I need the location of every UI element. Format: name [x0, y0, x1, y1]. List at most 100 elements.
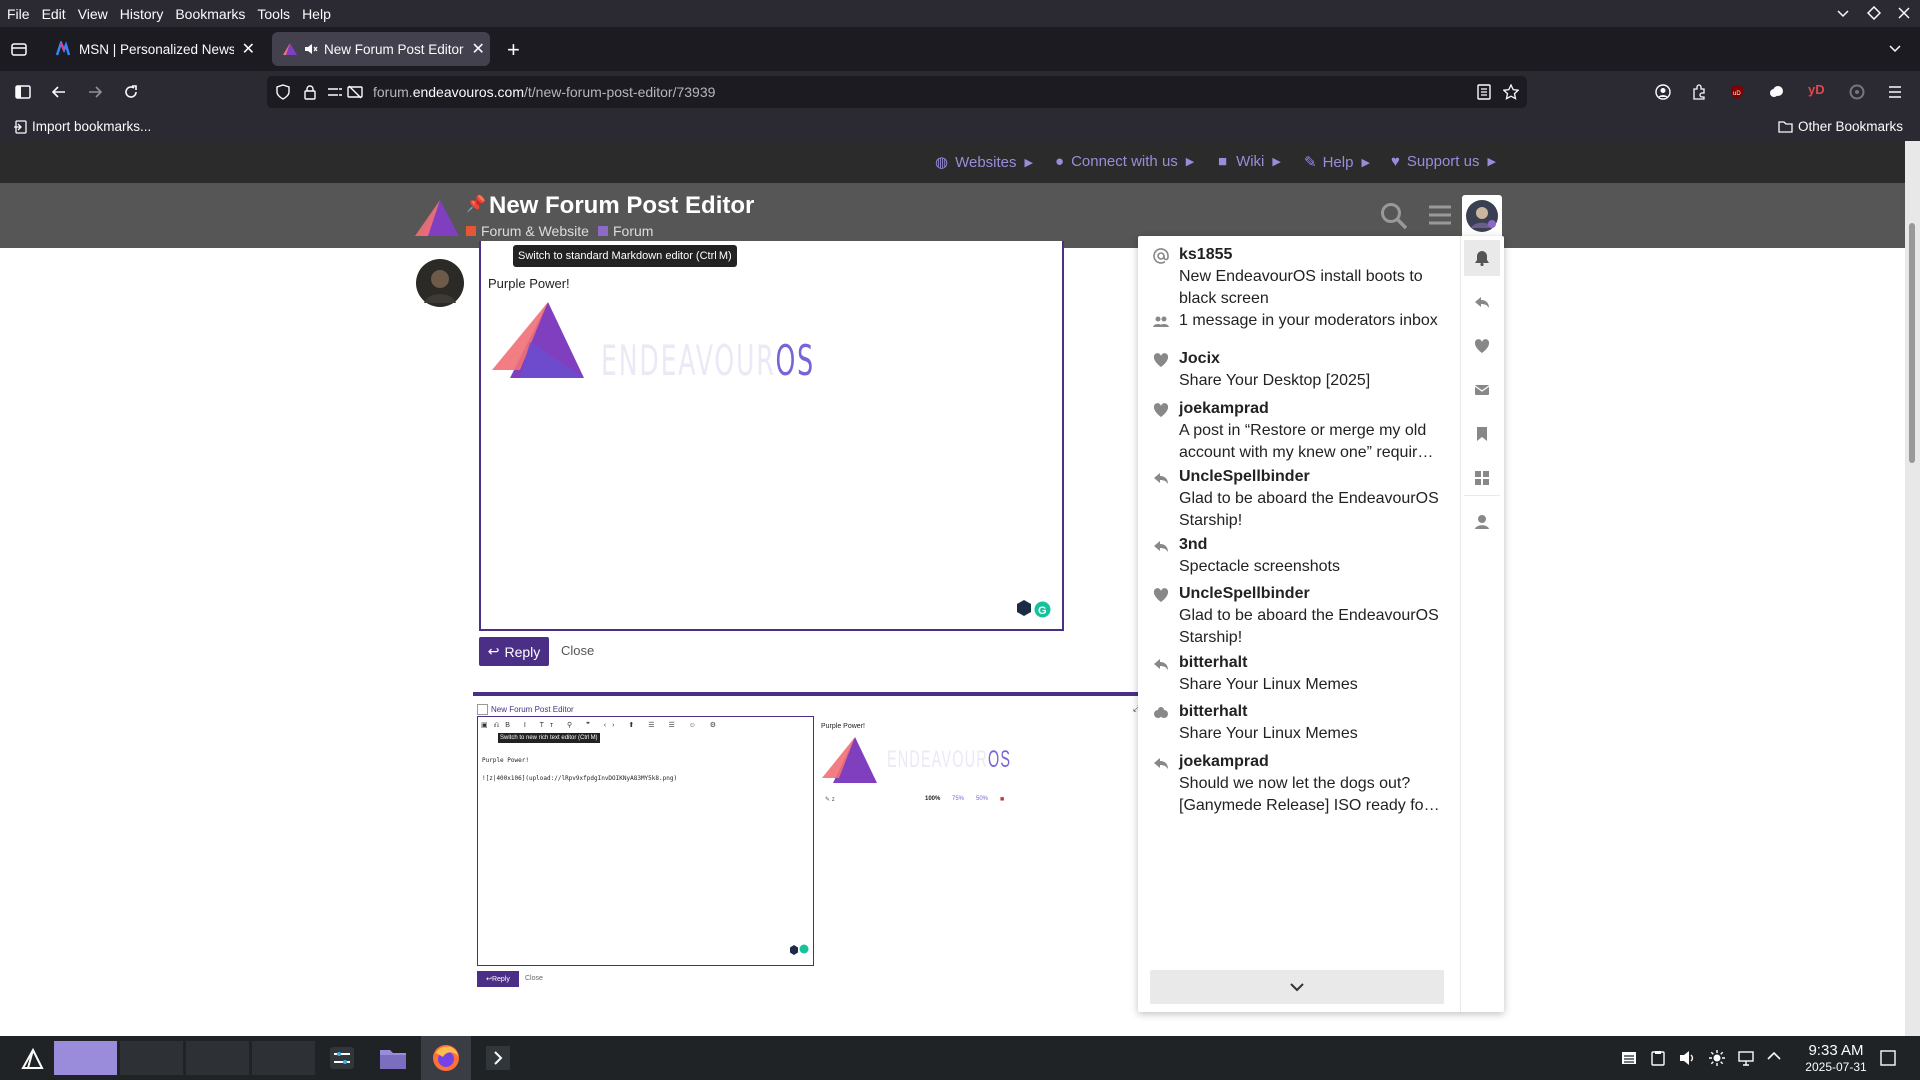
page-scrollbar[interactable] [1905, 141, 1920, 1036]
forward-icon[interactable] [87, 84, 103, 100]
app-menu-icon[interactable] [1887, 84, 1903, 100]
markdown-tooltip: Switch to standard Markdown editor (Ctrl… [513, 245, 737, 267]
screen-share-off-icon[interactable] [347, 85, 363, 99]
subcategory-badge[interactable]: Forum [598, 223, 653, 239]
ublock-icon[interactable]: uD [1729, 84, 1745, 100]
volume-icon[interactable] [1679, 1050, 1695, 1066]
file-manager-icon[interactable] [379, 1046, 407, 1070]
bell-icon[interactable] [1474, 250, 1490, 266]
virtual-desktop-4[interactable] [252, 1041, 315, 1075]
clipboard-manager-icon[interactable] [1621, 1050, 1637, 1066]
close-tab-icon[interactable]: ✕ [472, 39, 485, 59]
grammarly-icon[interactable]: G [1034, 601, 1051, 618]
hamburger-menu-icon[interactable] [1428, 204, 1452, 226]
menu-edit[interactable]: Edit [36, 6, 72, 22]
close-button[interactable]: Close [561, 643, 594, 658]
search-icon[interactable] [1380, 202, 1408, 230]
replies-tab-icon[interactable] [1474, 294, 1490, 310]
network-icon[interactable] [1738, 1050, 1754, 1066]
reader-mode-icon[interactable] [1477, 84, 1491, 100]
show-more-button[interactable] [1150, 970, 1444, 1004]
reply-button[interactable]: ↩ Reply [479, 637, 549, 666]
bookmark-star-icon[interactable] [1503, 84, 1519, 100]
composer-editor[interactable]: Switch to standard Markdown editor (Ctrl… [479, 241, 1064, 631]
menu-history[interactable]: History [114, 6, 170, 22]
notification-item[interactable]: UncleSpellbinder Glad to be aboard the En… [1138, 583, 1448, 646]
tabs-divider [1464, 495, 1500, 496]
poster-avatar[interactable] [416, 259, 464, 307]
minimize-icon[interactable] [1836, 6, 1850, 20]
firefox-taskbar-button[interactable] [421, 1036, 471, 1080]
menu-file[interactable]: File [0, 6, 36, 22]
extension-hexagon-icon[interactable] [1015, 599, 1033, 617]
virtual-desktop-3[interactable] [186, 1041, 249, 1075]
extension-circle-icon[interactable] [1849, 84, 1865, 100]
restore-icon[interactable] [1867, 6, 1881, 20]
virtual-desktop-2[interactable] [120, 1041, 183, 1075]
notification-item[interactable]: joekamprad Should we now let the dogs out… [1138, 751, 1448, 814]
menu-help[interactable]: Help [296, 6, 337, 22]
shield-icon[interactable] [275, 84, 291, 100]
clock-date[interactable]: 2025-07-31 [1792, 1060, 1880, 1074]
account-icon[interactable] [1655, 84, 1671, 100]
sidebar-icon[interactable] [15, 84, 31, 100]
tab-list-icon[interactable] [1888, 41, 1902, 55]
nav-connect[interactable]: ● Connect with us ▶ [1055, 153, 1194, 170]
show-desktop-icon[interactable] [1880, 1050, 1896, 1066]
menu-tools[interactable]: Tools [251, 6, 296, 22]
notification-item[interactable]: UncleSpellbinder Glad to be aboard the En… [1138, 466, 1448, 529]
system-tray-expand-icon[interactable] [1767, 1051, 1781, 1061]
scrollbar-thumb[interactable] [1909, 223, 1915, 463]
endeavouros-logo-image[interactable] [490, 300, 590, 380]
tab-forum[interactable]: New Forum Post Editor ✕ [272, 32, 490, 66]
site-logo[interactable] [414, 198, 460, 238]
url-text[interactable]: forum.endeavouros.com/t/new-forum-post-e… [373, 84, 715, 100]
brightness-icon[interactable] [1709, 1050, 1725, 1066]
app-launcher-icon[interactable] [20, 1048, 44, 1070]
messages-tab-icon[interactable] [1474, 382, 1490, 398]
clipboard-icon[interactable] [1651, 1050, 1665, 1066]
clock-time[interactable]: 9:33 AM [1792, 1042, 1880, 1059]
mute-icon[interactable] [304, 42, 318, 56]
bookmarks-tab-icon[interactable] [1474, 426, 1490, 442]
menu-view[interactable]: View [72, 6, 114, 22]
reload-icon[interactable] [123, 84, 139, 100]
permissions-icon[interactable] [327, 85, 343, 99]
notification-item[interactable]: ks1855 New EndeavourOS install boots to b… [1138, 244, 1448, 307]
notifications-panel: ks1855 New EndeavourOS install boots to b… [1138, 236, 1504, 1012]
virtual-desktop-1[interactable] [54, 1041, 117, 1075]
new-tab-icon[interactable]: + [507, 37, 520, 63]
profile-tab-icon[interactable] [1474, 514, 1490, 530]
youtube-dl-icon[interactable]: yD [1808, 82, 1825, 97]
menu-bookmarks[interactable]: Bookmarks [169, 6, 251, 22]
nav-support[interactable]: ♥ Support us ▶ [1391, 153, 1496, 170]
overflow-arrow-icon[interactable] [486, 1046, 510, 1070]
category-badge[interactable]: Forum & Website [466, 223, 589, 239]
back-icon[interactable] [51, 84, 67, 100]
nav-help[interactable]: ✎ Help ▶ [1304, 153, 1370, 172]
likes-tab-icon[interactable] [1474, 338, 1490, 354]
user-avatar-button[interactable] [1462, 195, 1502, 237]
close-window-icon[interactable] [1897, 6, 1911, 20]
nav-wiki[interactable]: ■ Wiki ▶ [1218, 153, 1281, 170]
other-bookmarks-button[interactable]: Other Bookmarks [1778, 119, 1903, 134]
reply-icon [1153, 656, 1169, 672]
caret-right-icon: ▶ [1272, 156, 1281, 168]
tab-overview-icon[interactable] [11, 41, 27, 57]
review-tab-icon[interactable] [1474, 470, 1490, 486]
notification-text: Share Your Linux Memes [1179, 676, 1358, 693]
topic-title[interactable]: New Forum Post Editor [489, 192, 754, 220]
system-settings-icon[interactable] [330, 1047, 354, 1069]
import-bookmarks-button[interactable]: Import bookmarks... [13, 119, 151, 134]
url-prefix: forum. [373, 84, 413, 100]
preview-reply-button: ↩ Reply [477, 971, 519, 987]
nav-websites[interactable]: ◍ Websites ▶ [935, 153, 1033, 172]
notification-item[interactable]: joekamprad A post in “Restore or merge my… [1138, 398, 1448, 461]
extension-cloud-icon[interactable] [1768, 84, 1784, 100]
editor-body-text[interactable]: Purple Power! [488, 276, 570, 291]
url-bar[interactable]: forum.endeavouros.com/t/new-forum-post-e… [267, 76, 1527, 108]
extensions-icon[interactable] [1691, 84, 1707, 100]
close-tab-icon[interactable]: ✕ [242, 39, 255, 59]
lock-icon[interactable] [303, 84, 317, 100]
tab-msn[interactable]: MSN | Personalized News, ✕ [45, 32, 265, 66]
